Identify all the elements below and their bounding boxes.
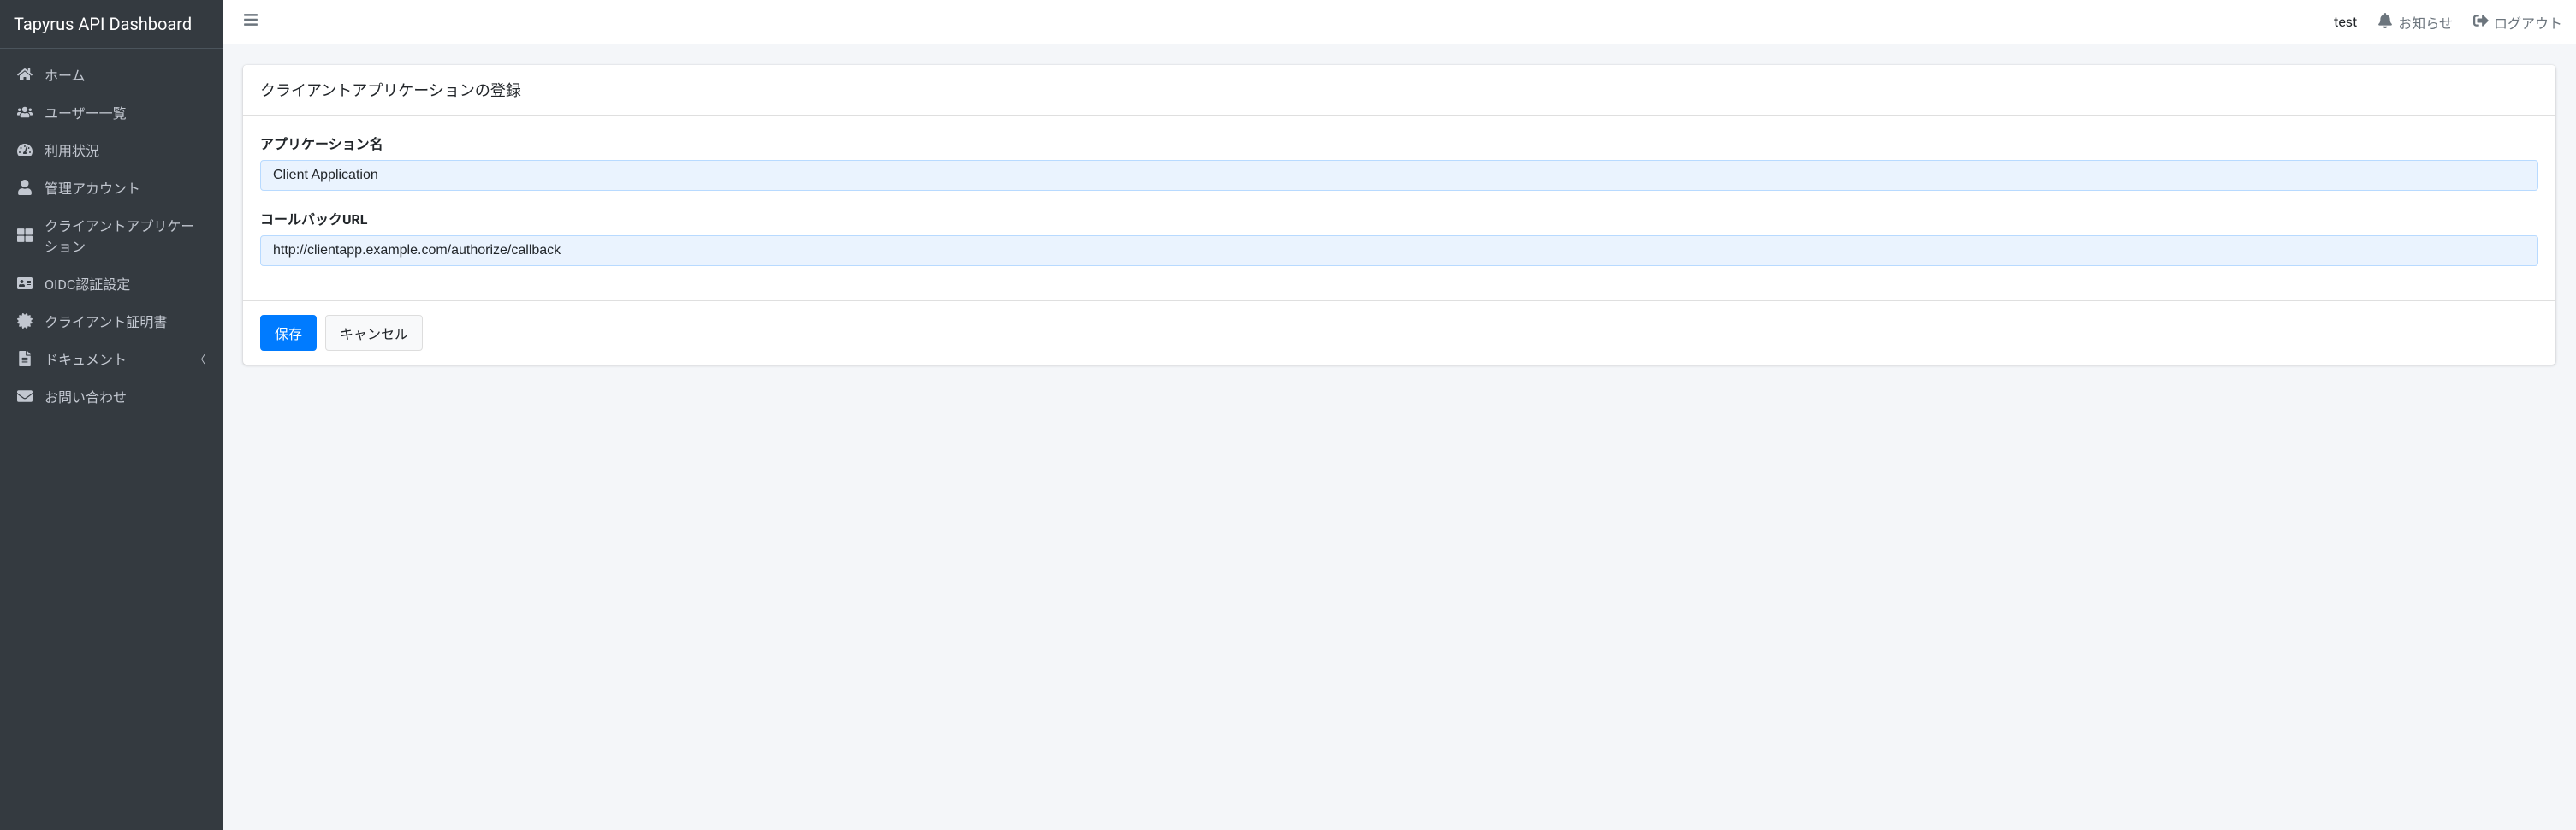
sidebar-item-users[interactable]: ユーザー一覧 — [7, 93, 216, 131]
topbar-logout[interactable]: ログアウト — [2473, 12, 2562, 33]
form-card: クライアントアプリケーションの登録 アプリケーション名 コールバックURL 保存… — [243, 65, 2555, 365]
sidebar-item-label: クライアントアプリケーション — [45, 215, 205, 256]
topbar-notice[interactable]: お知らせ — [2377, 12, 2453, 33]
sidebar-item-label: クライアント証明書 — [45, 311, 205, 331]
sidebar-item-admin[interactable]: 管理アカウント — [7, 169, 216, 206]
app-name-label: アプリケーション名 — [260, 133, 2538, 153]
users-icon — [17, 104, 38, 120]
sidebar-item-oidc[interactable]: OIDC認証設定 — [7, 264, 216, 302]
sidebar-item-contact[interactable]: お問い合わせ — [7, 377, 216, 415]
bell-icon — [2377, 13, 2393, 32]
th-large-icon — [17, 228, 38, 243]
callback-url-label: コールバックURL — [260, 208, 2538, 228]
home-icon — [17, 67, 38, 82]
sidebar-item-label: OIDC認証設定 — [45, 273, 205, 293]
sidebar-item-label: ドキュメント — [45, 348, 195, 369]
page-title: クライアントアプリケーションの登録 — [243, 65, 2555, 116]
cancel-button[interactable]: キャンセル — [325, 315, 423, 351]
brand-title: Tapyrus API Dashboard — [0, 0, 223, 49]
sidebar-item-certificate[interactable]: クライアント証明書 — [7, 302, 216, 340]
sidebar-item-document[interactable]: ドキュメント 〈 — [7, 340, 216, 377]
app-name-input[interactable] — [260, 160, 2538, 191]
sidebar-item-client-app[interactable]: クライアントアプリケーション — [7, 206, 216, 264]
certificate-icon — [17, 313, 38, 329]
topbar-notice-label: お知らせ — [2398, 12, 2453, 33]
hamburger-menu-icon[interactable] — [236, 9, 265, 35]
sidebar-item-home[interactable]: ホーム — [7, 56, 216, 93]
file-icon — [17, 351, 38, 366]
save-button[interactable]: 保存 — [260, 315, 317, 351]
user-icon — [17, 180, 38, 195]
topbar: test お知らせ ログアウト — [223, 0, 2576, 44]
sidebar-item-label: 管理アカウント — [45, 177, 205, 198]
sidebar-item-label: お問い合わせ — [45, 386, 205, 406]
callback-url-input[interactable] — [260, 235, 2538, 266]
chevron-left-icon: 〈 — [195, 352, 205, 366]
topbar-logout-label: ログアウト — [2494, 12, 2562, 33]
sidebar-item-usage[interactable]: 利用状況 — [7, 131, 216, 169]
sidebar-item-label: ユーザー一覧 — [45, 102, 205, 122]
sidebar-nav: ホーム ユーザー一覧 利用状況 管理アカウント — [0, 49, 223, 422]
dashboard-icon — [17, 142, 38, 157]
sidebar-item-label: 利用状況 — [45, 139, 205, 160]
sidebar: Tapyrus API Dashboard ホーム ユーザー一覧 利用状況 — [0, 0, 223, 830]
logout-icon — [2473, 13, 2489, 32]
envelope-icon — [17, 388, 38, 404]
id-card-icon — [17, 276, 38, 291]
topbar-user[interactable]: test — [2334, 14, 2357, 30]
sidebar-item-label: ホーム — [45, 64, 205, 85]
